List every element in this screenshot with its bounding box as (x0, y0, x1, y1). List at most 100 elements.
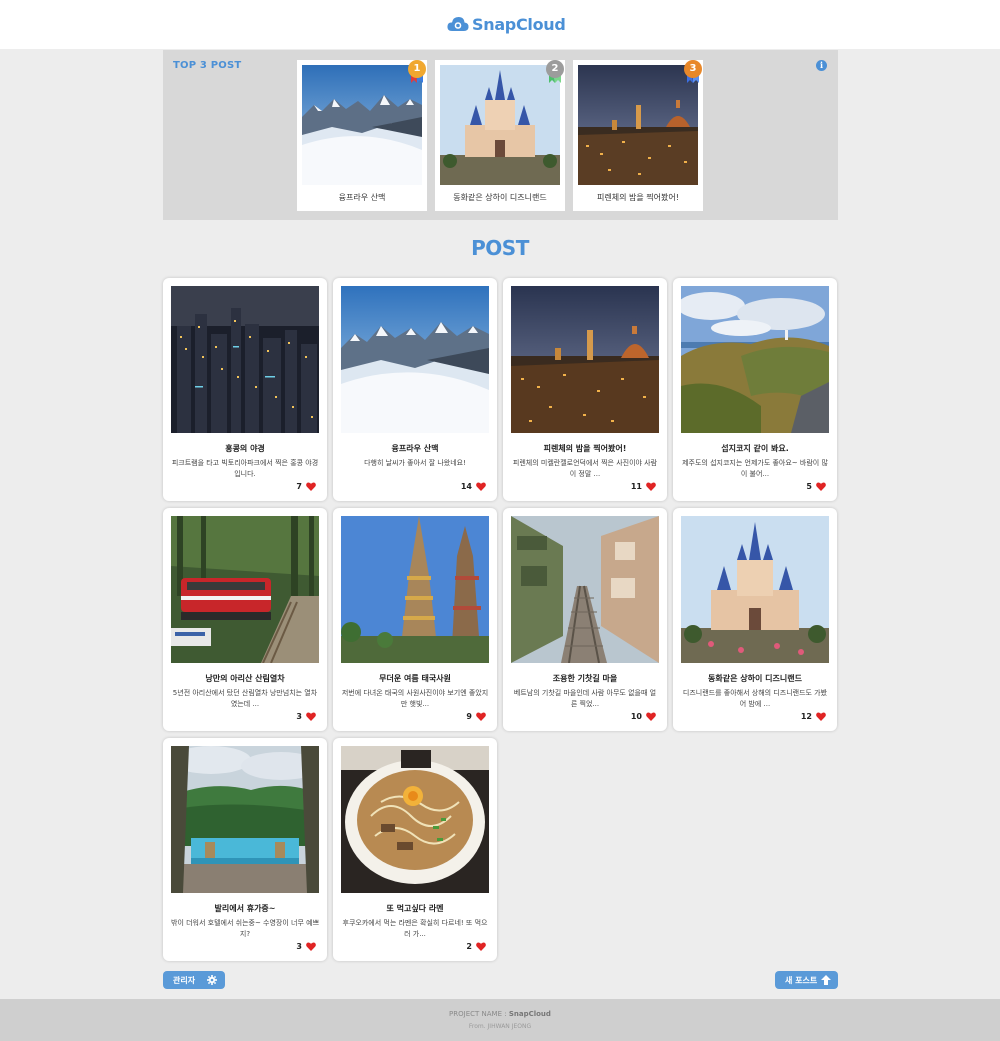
snowy-mountains-photo (302, 65, 422, 185)
post-photo (302, 65, 422, 185)
florence-night-photo (511, 286, 659, 433)
top-post-card[interactable]: 피렌체의 밤을 찍어봤어! 3 (573, 60, 703, 211)
like-count[interactable]: 2 (466, 942, 486, 951)
hongkong-night-photo (171, 286, 319, 433)
like-number: 3 (296, 942, 302, 951)
post-description: 베트남의 기찻길 마을인데 사람 아무도 없을때 얼른 찍었... (513, 689, 657, 708)
post-description: 디즈니랜드를 좋아해서 상해의 디즈니랜드도 가봤어 밤에 ... (682, 689, 828, 708)
like-count[interactable]: 3 (296, 712, 316, 721)
disney-castle-photo (440, 65, 560, 185)
post-title: 피렌체의 밤을 찍어봤어! (543, 444, 627, 453)
like-number: 9 (466, 712, 472, 721)
like-count[interactable]: 9 (466, 712, 486, 721)
cloud-camera-icon (447, 17, 469, 31)
footer-project-name: SnapCloud (508, 1010, 551, 1018)
top3-section: TOP 3 POST i 융프라우 산맥 1 동화같은 상하이 디즈니랜드 2 … (163, 50, 838, 220)
footer-author: From. JIHWAN JEONG (468, 1023, 532, 1030)
info-icon[interactable]: i (816, 60, 827, 71)
like-number: 11 (630, 482, 642, 491)
brand-logo[interactable]: SnapCloud (447, 12, 566, 36)
post-card[interactable]: 또 먹고싶다 라멘 후쿠오카에서 먹는 라멘은 확실히 다르네! 또 먹으러 가… (333, 738, 497, 961)
top-post-caption: 동화같은 상하이 디즈니랜드 (453, 193, 547, 202)
post-card[interactable]: 낭만의 아리산 산림열차 5년전 아리산에서 탔던 산림열차 낭만넘치는 열차였… (163, 508, 327, 731)
post-title: 또 먹고싶다 라멘 (386, 904, 444, 913)
post-card[interactable]: 융프라우 산맥 다행히 날씨가 좋아서 잘 나왔네요! 14 (333, 278, 497, 501)
post-title: 융프라우 산맥 (391, 444, 439, 453)
like-count[interactable]: 11 (631, 482, 656, 491)
post-photo (341, 286, 489, 433)
post-card[interactable]: 발리에서 휴가중~ 밖이 더워서 호텔에서 쉬는중~ 수영장이 너무 예쁘지? … (163, 738, 327, 961)
rank-medal: 3 (684, 60, 702, 84)
post-card[interactable]: 섭지코지 같이 봐요. 제주도의 섭지코지는 언제가도 좋아요~ 바람이 많이 … (673, 278, 837, 501)
jeju-cliff-photo (681, 286, 829, 433)
post-photo (341, 746, 489, 893)
post-photo (578, 65, 698, 185)
heart-icon[interactable] (476, 482, 486, 491)
heart-icon[interactable] (306, 482, 316, 491)
new-post-button[interactable]: 새 포스트 (775, 971, 838, 989)
rank-medal: 1 (408, 60, 426, 84)
like-count[interactable]: 10 (631, 712, 656, 721)
post-photo (171, 746, 319, 893)
top-post-card[interactable]: 동화같은 상하이 디즈니랜드 2 (435, 60, 565, 211)
top-post-caption: 융프라우 산맥 (338, 193, 386, 202)
post-title: 발리에서 휴가중~ (214, 904, 276, 913)
arrow-up-icon (821, 975, 831, 985)
like-number: 3 (296, 712, 302, 721)
post-title: 섭지코지 같이 봐요. (721, 444, 789, 453)
heart-icon[interactable] (816, 712, 826, 721)
like-count[interactable]: 5 (806, 482, 826, 491)
admin-button-label: 관리자 (173, 975, 196, 985)
rank-medal: 2 (546, 60, 564, 84)
post-photo (171, 286, 319, 433)
post-card[interactable]: 조용한 기찻길 마을 베트남의 기찻길 마을인데 사람 아무도 없을때 얼른 찍… (503, 508, 667, 731)
medal-rank: 3 (684, 60, 702, 78)
florence-night-photo (578, 65, 698, 185)
brand-name: SnapCloud (472, 14, 566, 34)
post-card[interactable]: 동화같은 상하이 디즈니랜드 디즈니랜드를 좋아해서 상해의 디즈니랜드도 가봤… (673, 508, 837, 731)
like-count[interactable]: 14 (461, 482, 486, 491)
post-title: 낭만의 아리산 산림열차 (205, 674, 285, 683)
like-count[interactable]: 12 (801, 712, 826, 721)
post-title: 조용한 기찻길 마을 (552, 674, 618, 683)
footer: PROJECT NAME : SnapCloud From. JIHWAN JE… (0, 999, 1000, 1041)
admin-button[interactable]: 관리자 (163, 971, 225, 989)
heart-icon[interactable] (646, 712, 656, 721)
post-title: 동화같은 상하이 디즈니랜드 (708, 674, 802, 683)
heart-icon[interactable] (476, 712, 486, 721)
footer-project: PROJECT NAME : SnapCloud (0, 1010, 1000, 1018)
like-number: 10 (630, 712, 642, 721)
like-count[interactable]: 3 (296, 942, 316, 951)
medal-rank: 1 (408, 60, 426, 78)
post-description: 5년전 아리산에서 탔던 산림열차 낭만넘치는 열차였는데 ... (172, 689, 318, 708)
snowy-mountains-photo (341, 286, 489, 433)
post-photo (440, 65, 560, 185)
heart-icon[interactable] (306, 712, 316, 721)
train-street-photo (511, 516, 659, 663)
like-count[interactable]: 7 (296, 482, 316, 491)
post-photo (171, 516, 319, 663)
top-post-caption: 피렌체의 밤을 찍어봤어! (597, 193, 679, 202)
gear-icon (207, 975, 217, 985)
post-card[interactable]: 피렌체의 밤을 찍어봤어! 피렌체의 미켈란젤로언덕에서 찍은 사진이야 사람이… (503, 278, 667, 501)
thai-temple-photo (341, 516, 489, 663)
top3-title: TOP 3 POST (173, 60, 242, 71)
post-description: 제주도의 섭지코지는 언제가도 좋아요~ 바람이 많이 불어... (682, 459, 828, 478)
heart-icon[interactable] (306, 942, 316, 951)
post-photo (511, 286, 659, 433)
footer-project-label: PROJECT NAME : (449, 1010, 507, 1018)
medal-rank: 2 (546, 60, 564, 78)
like-number: 2 (466, 942, 472, 951)
red-train-photo (171, 516, 319, 663)
post-photo (681, 286, 829, 433)
post-photo (341, 516, 489, 663)
heart-icon[interactable] (646, 482, 656, 491)
top-post-card[interactable]: 융프라우 산맥 1 (297, 60, 427, 211)
heart-icon[interactable] (816, 482, 826, 491)
post-description: 저번에 다녀온 태국의 사원사진이야 보기엔 좋았지만 햇빛... (341, 689, 489, 708)
heart-icon[interactable] (476, 942, 486, 951)
post-section-title: POST (471, 236, 529, 260)
post-photo (511, 516, 659, 663)
post-card[interactable]: 홍콩의 야경 피크트램을 타고 빅토리아파크에서 찍은 홍콩 야경입니다. 7 (163, 278, 327, 501)
post-card[interactable]: 무더운 여름 태국사원 저번에 다녀온 태국의 사원사진이야 보기엔 좋았지만 … (333, 508, 497, 731)
